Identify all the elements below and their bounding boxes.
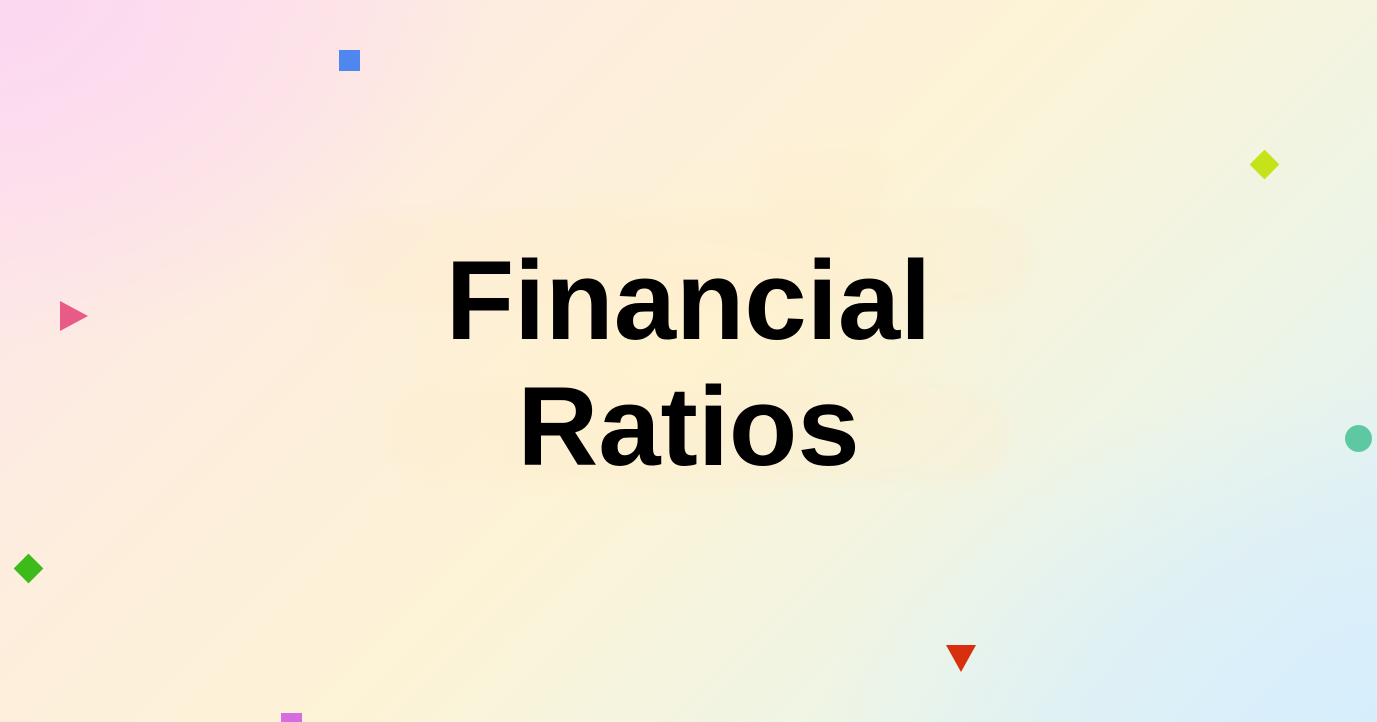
blue-square-decoration <box>339 50 360 71</box>
lime-diamond-decoration <box>1249 149 1280 180</box>
title-line-2: Ratios <box>517 364 860 489</box>
background-blob <box>760 150 890 220</box>
slide-title: Financial Ratios <box>0 238 1377 490</box>
pink-triangle-decoration <box>60 301 88 331</box>
red-triangle-decoration <box>946 645 976 672</box>
teal-circle-decoration <box>1345 425 1372 452</box>
title-line-1: Financial <box>445 238 932 363</box>
purple-square-decoration <box>281 713 302 722</box>
green-diamond-decoration <box>13 553 44 584</box>
